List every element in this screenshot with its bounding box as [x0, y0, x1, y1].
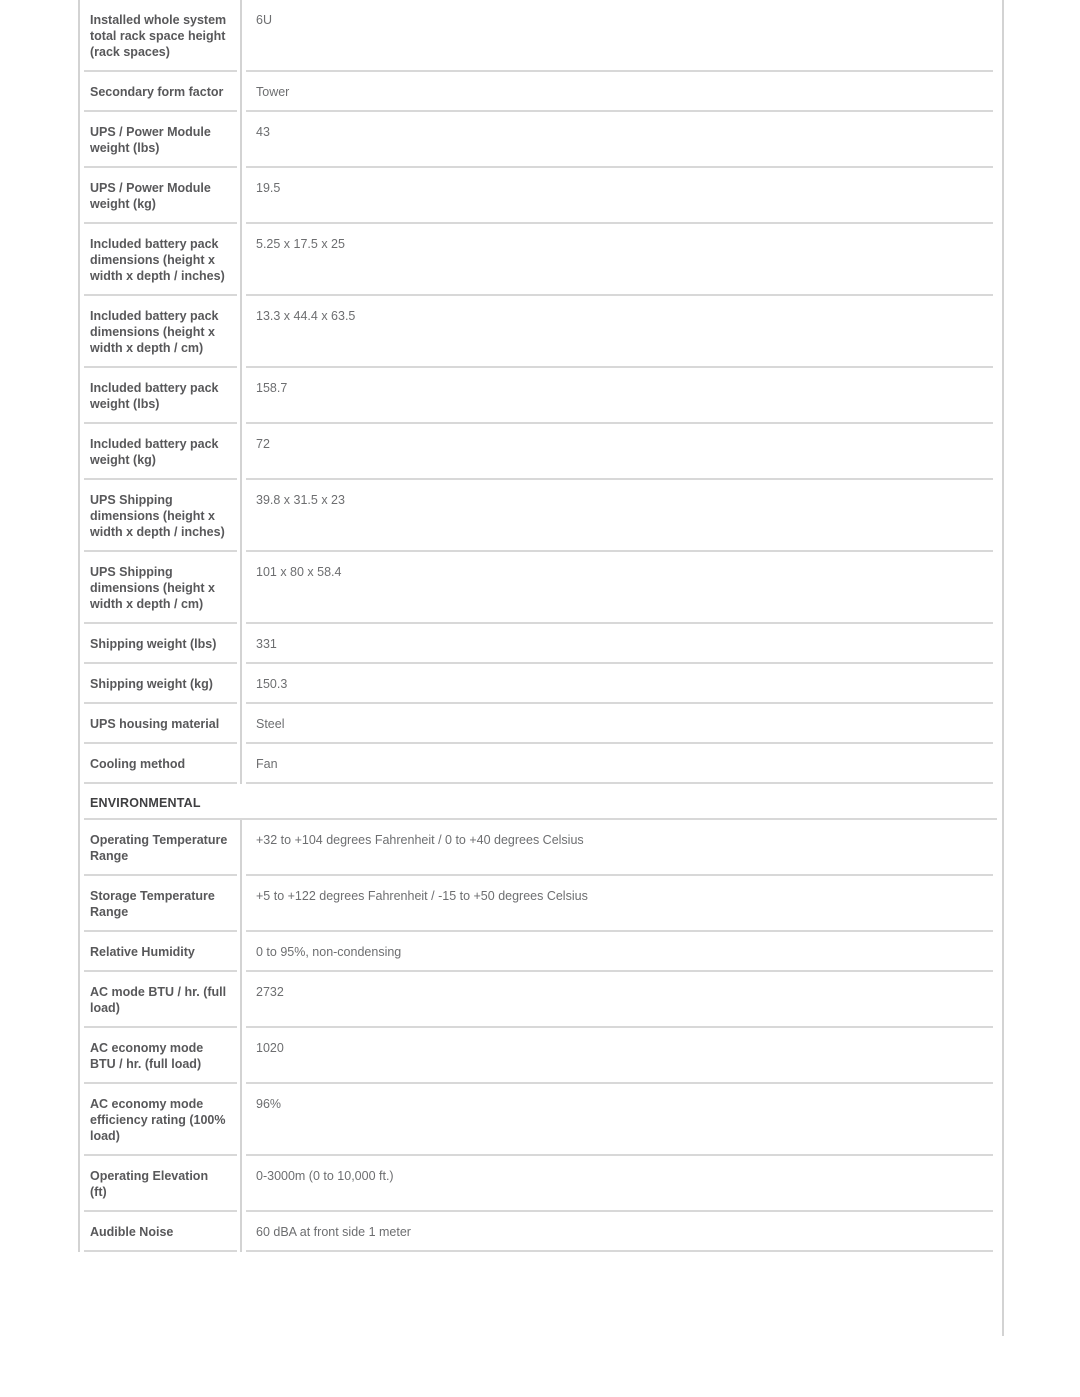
spec-row: Included battery pack weight (kg) 72 — [80, 424, 997, 480]
spec-value: 60 dBA at front side 1 meter — [242, 1212, 997, 1252]
spec-label: AC mode BTU / hr. (full load) — [80, 972, 242, 1028]
spec-row: Included battery pack weight (lbs) 158.7 — [80, 368, 997, 424]
spec-row: UPS Shipping dimensions (height x width … — [80, 480, 997, 552]
spec-row: AC economy mode efficiency rating (100% … — [80, 1084, 997, 1156]
spec-label: Included battery pack weight (kg) — [80, 424, 242, 480]
specifications-table-body: Installed whole system total rack space … — [80, 0, 997, 1252]
spec-label: Secondary form factor — [80, 72, 242, 112]
section-header-label: ENVIRONMENTAL — [80, 784, 997, 820]
spec-label: UPS housing material — [80, 704, 242, 744]
spec-label: Included battery pack weight (lbs) — [80, 368, 242, 424]
spec-value: Steel — [242, 704, 997, 744]
spec-label: Installed whole system total rack space … — [80, 0, 242, 72]
spec-label: UPS / Power Module weight (lbs) — [80, 112, 242, 168]
spec-value: 19.5 — [242, 168, 997, 224]
spec-value: +5 to +122 degrees Fahrenheit / -15 to +… — [242, 876, 997, 932]
spec-value: Tower — [242, 72, 997, 112]
spec-row: Operating Elevation (ft) 0-3000m (0 to 10… — [80, 1156, 997, 1212]
spec-label: Included battery pack dimensions (height… — [80, 296, 242, 368]
spec-row: Secondary form factor Tower — [80, 72, 997, 112]
spec-value: 1020 — [242, 1028, 997, 1084]
specifications-table: Installed whole system total rack space … — [78, 0, 997, 1252]
spec-value: 96% — [242, 1084, 997, 1156]
spec-row: Included battery pack dimensions (height… — [80, 296, 997, 368]
spec-row: AC mode BTU / hr. (full load) 2732 — [80, 972, 997, 1028]
spec-row: Relative Humidity 0 to 95%, non-condensin… — [80, 932, 997, 972]
spec-row: Audible Noise 60 dBA at front side 1 mete… — [80, 1212, 997, 1252]
spec-value: 331 — [242, 624, 997, 664]
spec-row: Shipping weight (kg) 150.3 — [80, 664, 997, 704]
specifications-panel: Installed whole system total rack space … — [78, 0, 1004, 1336]
spec-value: 0 to 95%, non-condensing — [242, 932, 997, 972]
spec-value: +32 to +104 degrees Fahrenheit / 0 to +4… — [242, 820, 997, 876]
section-header-row: ENVIRONMENTAL — [80, 784, 997, 820]
spec-label: UPS Shipping dimensions (height x width … — [80, 480, 242, 552]
spec-value: 2732 — [242, 972, 997, 1028]
spec-value: Fan — [242, 744, 997, 784]
spec-value: 43 — [242, 112, 997, 168]
spec-row: UPS housing material Steel — [80, 704, 997, 744]
spec-row: AC economy mode BTU / hr. (full load) 102… — [80, 1028, 997, 1084]
spec-value: 72 — [242, 424, 997, 480]
spec-row: UPS / Power Module weight (kg) 19.5 — [80, 168, 997, 224]
spec-value: 6U — [242, 0, 997, 72]
spec-row: Shipping weight (lbs) 331 — [80, 624, 997, 664]
spec-label: Cooling method — [80, 744, 242, 784]
spec-value: 150.3 — [242, 664, 997, 704]
spec-value: 5.25 x 17.5 x 25 — [242, 224, 997, 296]
spec-label: Operating Elevation (ft) — [80, 1156, 242, 1212]
spec-label: Shipping weight (kg) — [80, 664, 242, 704]
spec-value: 101 x 80 x 58.4 — [242, 552, 997, 624]
spec-row: Operating Temperature Range +32 to +104 d… — [80, 820, 997, 876]
spec-row: Included battery pack dimensions (height… — [80, 224, 997, 296]
spec-label: Relative Humidity — [80, 932, 242, 972]
spec-row: Storage Temperature Range +5 to +122 degr… — [80, 876, 997, 932]
spec-label: UPS / Power Module weight (kg) — [80, 168, 242, 224]
spec-value: 39.8 x 31.5 x 23 — [242, 480, 997, 552]
spec-label: Shipping weight (lbs) — [80, 624, 242, 664]
spec-row: UPS / Power Module weight (lbs) 43 — [80, 112, 997, 168]
spec-label: AC economy mode BTU / hr. (full load) — [80, 1028, 242, 1084]
spec-value: 0-3000m (0 to 10,000 ft.) — [242, 1156, 997, 1212]
spec-row: UPS Shipping dimensions (height x width … — [80, 552, 997, 624]
spec-row: Cooling method Fan — [80, 744, 997, 784]
spec-label: AC economy mode efficiency rating (100% … — [80, 1084, 242, 1156]
spec-label: Storage Temperature Range — [80, 876, 242, 932]
spec-label: UPS Shipping dimensions (height x width … — [80, 552, 242, 624]
spec-label: Operating Temperature Range — [80, 820, 242, 876]
spec-label: Audible Noise — [80, 1212, 242, 1252]
spec-row: Installed whole system total rack space … — [80, 0, 997, 72]
spec-label: Included battery pack dimensions (height… — [80, 224, 242, 296]
spec-value: 158.7 — [242, 368, 997, 424]
spec-value: 13.3 x 44.4 x 63.5 — [242, 296, 997, 368]
